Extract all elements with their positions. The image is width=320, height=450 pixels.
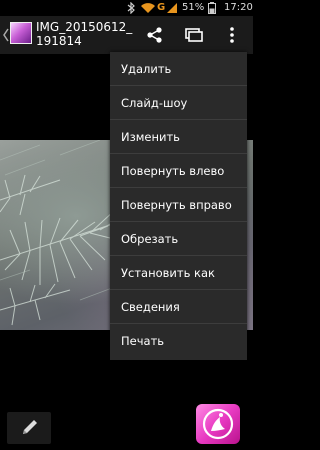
menu-item-crop[interactable]: Обрезать [110, 222, 247, 256]
photo-editor-app-icon [202, 408, 234, 440]
image-title: IMG_20150612_ 191814 [36, 20, 133, 48]
image-thumbnail-icon[interactable] [10, 22, 32, 44]
menu-item-rotate-right[interactable]: Повернуть вправо [110, 188, 247, 222]
photo-editor-app-button[interactable] [196, 404, 240, 444]
edit-button[interactable] [7, 412, 51, 444]
menu-item-print[interactable]: Печать [110, 324, 247, 358]
slideshow-icon[interactable] [183, 24, 205, 46]
battery-icon [208, 2, 216, 14]
clock: 17:20 [224, 2, 253, 13]
menu-item-slideshow[interactable]: Слайд-шоу [110, 86, 247, 120]
share-icon[interactable] [144, 24, 166, 46]
overflow-menu: Удалить Слайд-шоу Изменить Повернуть вле… [110, 52, 247, 360]
menu-item-delete[interactable]: Удалить [110, 52, 247, 86]
menu-item-rotate-left[interactable]: Повернуть влево [110, 154, 247, 188]
bluetooth-icon [127, 2, 135, 14]
more-vert-icon[interactable] [222, 24, 242, 46]
action-bar: IMG_20150612_ 191814 [0, 16, 253, 54]
pencil-icon [23, 420, 37, 434]
menu-item-set-as[interactable]: Установить как [110, 256, 247, 290]
battery-percent: 51% [182, 2, 205, 13]
menu-item-details[interactable]: Сведения [110, 290, 247, 324]
signal-icon [167, 3, 177, 13]
menu-item-edit[interactable]: Изменить [110, 120, 247, 154]
status-bar: G 51% 17:20 [0, 0, 253, 16]
wifi-icon [141, 3, 155, 14]
back-chevron-icon[interactable] [2, 26, 10, 44]
network-type-label: G [157, 2, 166, 13]
